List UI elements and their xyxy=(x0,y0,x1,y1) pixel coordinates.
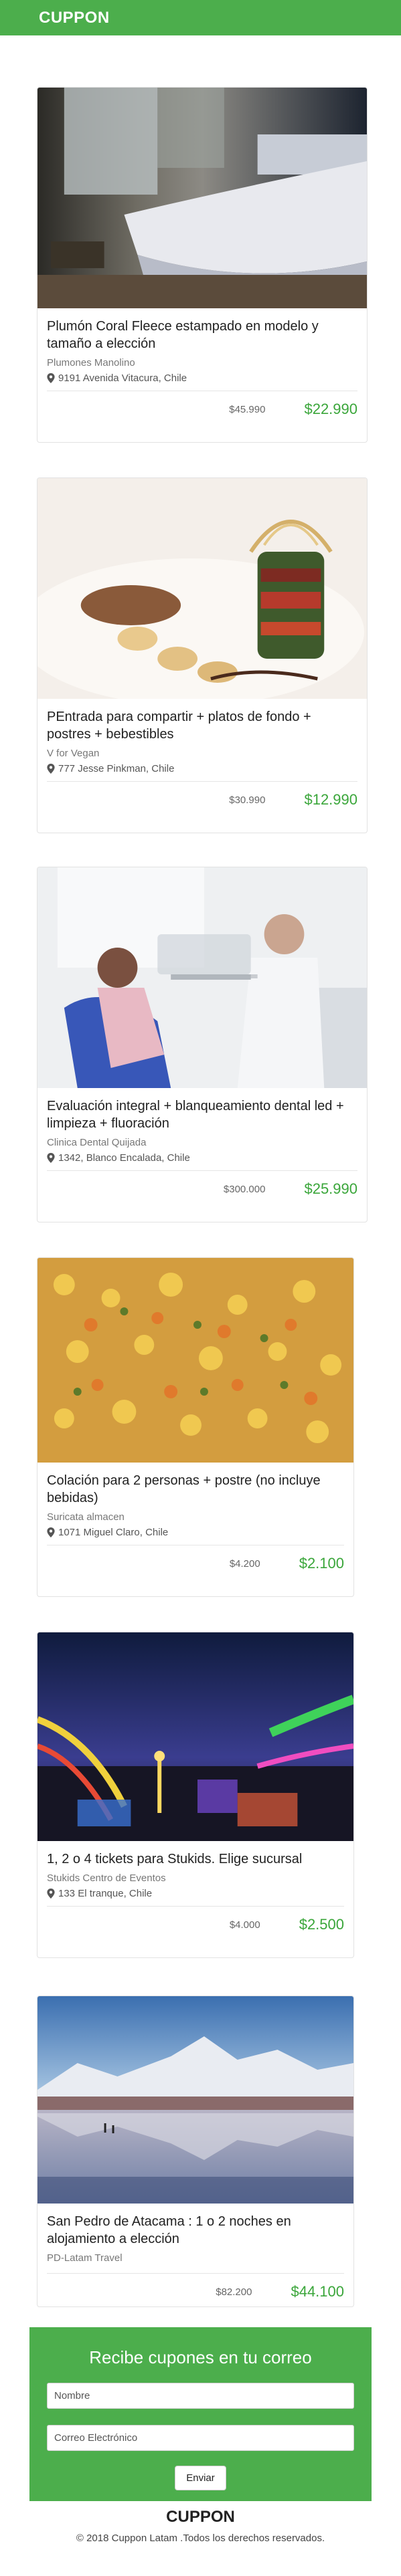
footer-logo: CUPPON xyxy=(166,2508,235,2526)
deal-card[interactable]: San Pedro de Atacama : 1 o 2 noches en a… xyxy=(37,1996,354,2307)
price-row: $300.000 $25.990 xyxy=(47,1171,357,1207)
deal-title[interactable]: 1, 2 o 4 tickets para Stukids. Elige suc… xyxy=(47,1850,344,1868)
deal-title[interactable]: San Pedro de Atacama : 1 o 2 noches en a… xyxy=(47,2213,344,2248)
price-row: $4.000 $2.500 xyxy=(47,1907,344,1943)
old-price: $4.000 xyxy=(229,1919,260,1931)
dental-clinic-photo[interactable] xyxy=(37,867,367,1088)
map-pin-icon xyxy=(47,764,55,774)
deal-address: 1071 Miguel Claro, Chile xyxy=(47,1527,344,1538)
price-row: $4.200 $2.100 xyxy=(47,1545,344,1582)
deal-title[interactable]: Evaluación integral + blanqueamiento den… xyxy=(47,1097,357,1132)
old-price: $30.990 xyxy=(229,794,266,806)
deal-card[interactable]: PEntrada para compartir + platos de fond… xyxy=(37,477,368,833)
food-plate-photo[interactable] xyxy=(37,1258,353,1463)
deal-card[interactable]: Evaluación integral + blanqueamiento den… xyxy=(37,867,368,1222)
deal-title[interactable]: Plumón Coral Fleece estampado en modelo … xyxy=(47,318,357,352)
deal-card[interactable]: Plumón Coral Fleece estampado en modelo … xyxy=(37,87,368,443)
map-pin-icon xyxy=(47,1527,55,1537)
deal-address-text: 777 Jesse Pinkman, Chile xyxy=(58,763,175,774)
new-price: $25.990 xyxy=(304,1180,357,1197)
deal-card[interactable]: Colación para 2 personas + postre (no in… xyxy=(37,1257,354,1597)
deal-merchant: V for Vegan xyxy=(47,748,100,759)
new-price: $44.100 xyxy=(291,2283,344,2300)
deal-address: 1342, Blanco Encalada, Chile xyxy=(47,1152,357,1164)
deal-title[interactable]: Colación para 2 personas + postre (no in… xyxy=(47,1472,344,1507)
vegan-dish-photo[interactable] xyxy=(37,478,367,699)
name-field[interactable] xyxy=(47,2383,354,2409)
deal-merchant: Clinica Dental Quijada xyxy=(47,1137,147,1148)
deal-card[interactable]: 1, 2 o 4 tickets para Stukids. Elige suc… xyxy=(37,1632,354,1958)
subscribe-section: Recibe cupones en tu correo Enviar xyxy=(29,2327,372,2501)
deal-address-text: 133 El tranque, Chile xyxy=(58,1888,153,1899)
price-row: $45.990 $22.990 xyxy=(47,391,357,427)
new-price: $12.990 xyxy=(304,791,357,808)
old-price: $45.990 xyxy=(229,403,266,415)
new-price: $2.500 xyxy=(299,1916,344,1933)
deal-address: 133 El tranque, Chile xyxy=(47,1888,344,1899)
deal-address: 9191 Avenida Vitacura, Chile xyxy=(47,372,357,384)
deal-address-text: 1342, Blanco Encalada, Chile xyxy=(58,1152,190,1164)
deal-merchant: Suricata almacen xyxy=(47,1511,125,1523)
subscribe-title: Recibe cupones en tu correo xyxy=(89,2347,312,2367)
deal-address-text: 1071 Miguel Claro, Chile xyxy=(58,1527,169,1538)
deal-merchant: Plumones Manolino xyxy=(47,357,135,368)
deal-title[interactable]: PEntrada para compartir + platos de fond… xyxy=(47,708,357,743)
submit-button[interactable]: Enviar xyxy=(175,2466,226,2490)
deal-merchant: Stukids Centro de Eventos xyxy=(47,1872,166,1884)
price-row: $30.990 $12.990 xyxy=(47,782,357,818)
deal-address: 777 Jesse Pinkman, Chile xyxy=(47,763,357,774)
new-price: $22.990 xyxy=(304,401,357,417)
map-pin-icon xyxy=(47,1889,55,1899)
brand-logo[interactable]: CUPPON xyxy=(39,9,110,27)
footer-copyright: © 2018 Cuppon Latam .Todos los derechos … xyxy=(76,2533,325,2544)
price-row: $82.200 $44.100 xyxy=(47,2274,344,2306)
email-field[interactable] xyxy=(47,2425,354,2451)
amusement-park-photo[interactable] xyxy=(37,1632,353,1841)
old-price: $300.000 xyxy=(223,1183,266,1195)
deal-address-text: 9191 Avenida Vitacura, Chile xyxy=(58,372,187,384)
deal-merchant: PD-Latam Travel xyxy=(47,2252,123,2264)
bedroom-photo[interactable] xyxy=(37,88,367,308)
atacama-landscape-photo[interactable] xyxy=(37,1996,353,2204)
site-header: CUPPON xyxy=(0,0,401,35)
new-price: $2.100 xyxy=(299,1555,344,1572)
map-pin-icon xyxy=(47,373,55,383)
map-pin-icon xyxy=(47,1153,55,1163)
old-price: $4.200 xyxy=(229,1558,260,1570)
old-price: $82.200 xyxy=(216,2286,252,2298)
